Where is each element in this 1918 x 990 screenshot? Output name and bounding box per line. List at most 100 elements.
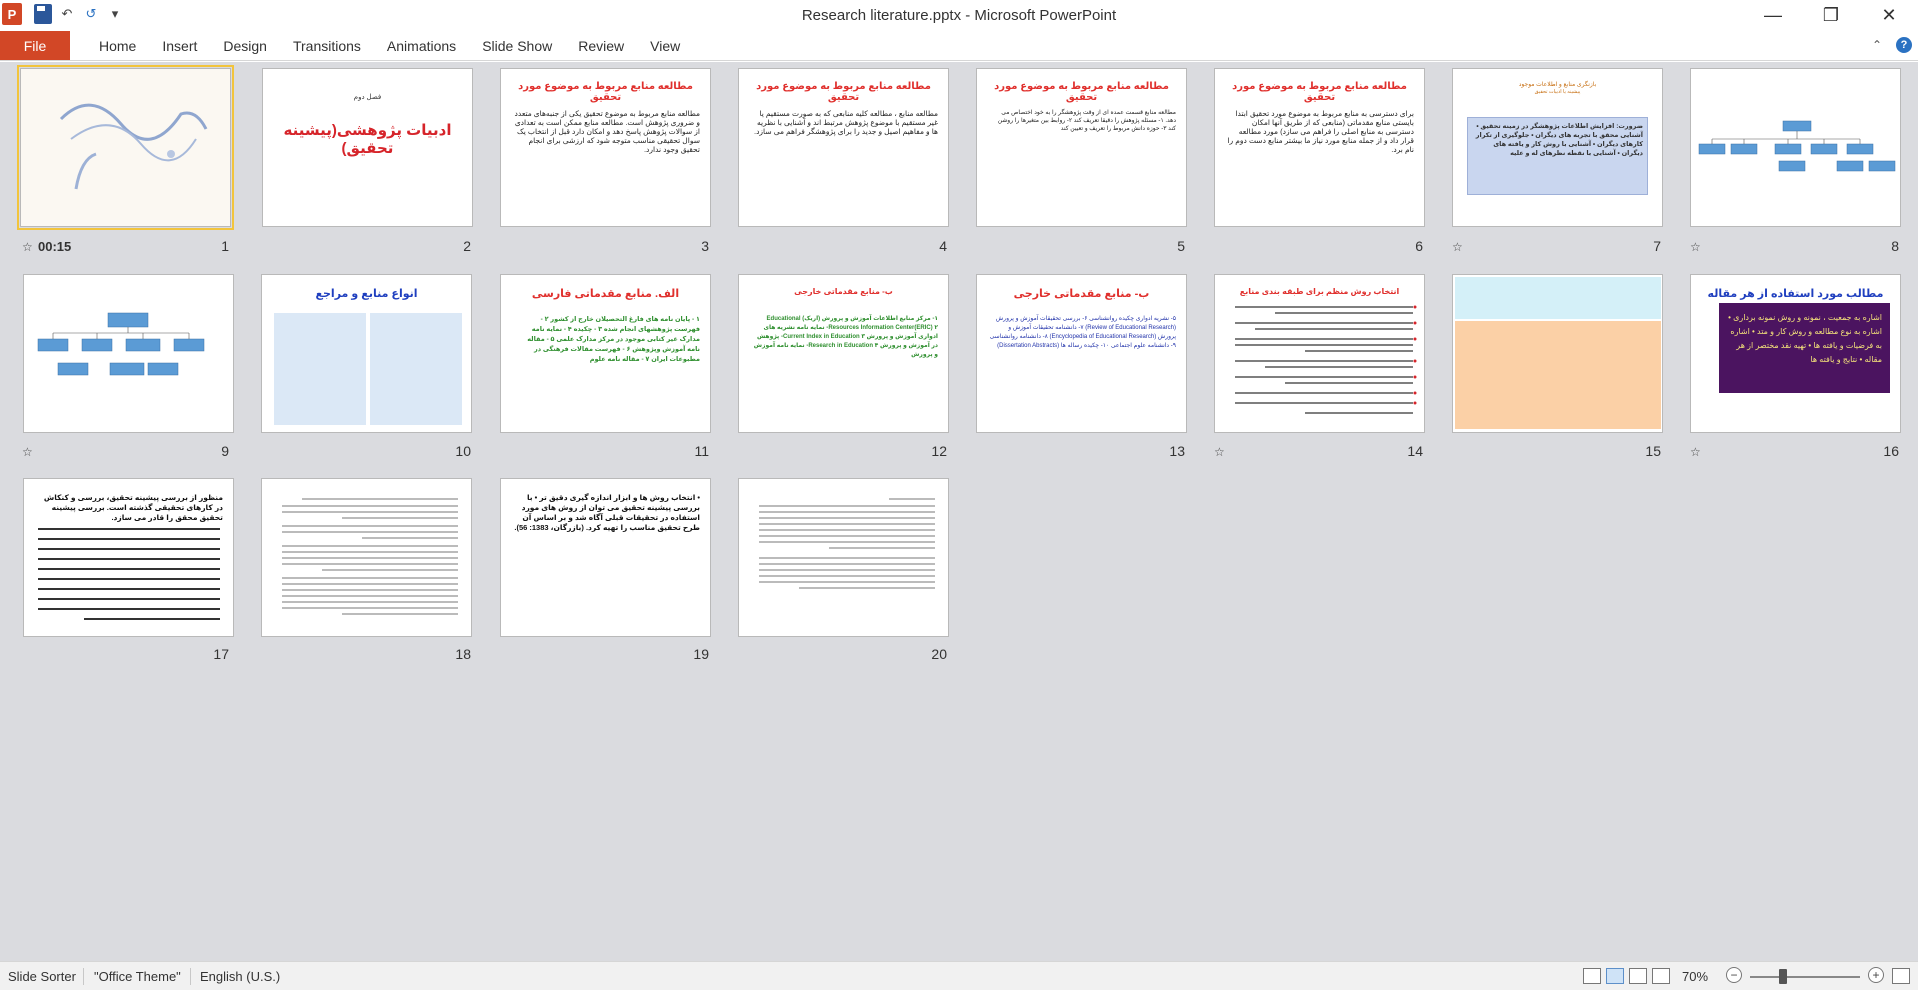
zoom-out-button[interactable]: − [1726,967,1742,983]
slide-thumbnail-18[interactable] [261,478,472,637]
slide-15-body-box [1455,321,1661,429]
ribbon-tab-bar: File Home Insert Design Transitions Anim… [0,31,1918,61]
slide-2-chapter: فصل دوم [353,94,382,101]
slide-number-7: 7 [1653,238,1661,254]
save-button[interactable] [34,4,52,24]
slide-number-1: 1 [221,238,229,254]
quick-access-toolbar: ↶ ↺ ▾ [34,4,124,24]
slide-7-subtitle: پیشینه یا ادبیات تحقیق [1534,89,1581,95]
slide-11-title: الف. منابع مقدماتی فارسی [531,288,680,300]
slide-thumbnail-8[interactable] [1690,68,1901,227]
slide-10-right-column [370,313,462,425]
tab-transitions[interactable]: Transitions [280,31,374,60]
title-bar: P ↶ ↺ ▾ Research literature.pptx - Micro… [0,0,1918,30]
slide-3-title: مطالعه منابع مربوط به موضوع مورد تحقیق [518,81,693,103]
slide-number-18: 18 [455,646,471,662]
slide-number-11: 11 [694,443,709,459]
slide-19-body: • انتخاب روش ها و ابزار اندازه گیری دقیق… [514,493,700,532]
collapse-ribbon-icon[interactable]: ⌃ [1872,38,1882,52]
slide-thumbnail-12[interactable]: ب- منابع مقدماتی خارجی ۱- مرکز منابع اطل… [738,274,949,433]
tab-slide-show[interactable]: Slide Show [469,31,565,60]
powerpoint-app-icon[interactable]: P [2,3,22,25]
reading-view-button[interactable] [1629,968,1647,984]
redo-button[interactable]: ↺ [82,4,100,24]
slide-thumbnail-5[interactable]: مطالعه منابع مربوط به موضوع مورد تحقیق م… [976,68,1187,227]
slide-thumbnail-17[interactable]: منظور از بررسی پیشینه تحقیق، بررسی و کنک… [23,478,234,637]
animation-icon-slide-1: ☆ [22,240,33,254]
slide-number-12: 12 [931,443,947,459]
undo-button[interactable]: ↶ [58,4,76,24]
window-title: Research literature.pptx - Microsoft Pow… [801,7,1117,24]
animation-icon-slide-8: ☆ [1690,240,1701,254]
slide-13-title: ب- منابع مقدماتی خارجی [1013,288,1150,300]
slide-15-header-box [1455,277,1661,319]
slide-number-17: 17 [213,646,229,662]
slide-10-left-column [274,313,366,425]
slide-13-body: ۵- نشریه ادواری چکیده روانشناسی ۶- بررسی… [989,316,1176,349]
slide-thumbnail-20[interactable] [738,478,949,637]
tab-file[interactable]: File [0,31,70,60]
slide-20-text-lines [759,498,935,589]
minimize-button[interactable]: — [1744,0,1802,30]
tab-view[interactable]: View [637,31,693,60]
slide-number-14: 14 [1407,443,1423,459]
status-view-name: Slide Sorter [8,969,76,984]
slide-show-view-button[interactable] [1652,968,1670,984]
customize-qat-button[interactable]: ▾ [106,4,124,24]
slide-thumbnail-14[interactable]: انتخاب روش منظم برای طبقه بندی منابع [1214,274,1425,433]
slide-5-body: مطالعه منابع قسمت عمده ای از وقت پژوهشگر… [997,110,1176,132]
slide-thumbnail-15[interactable] [1452,274,1663,433]
zoom-slider-track[interactable] [1750,976,1860,978]
animation-icon-slide-9: ☆ [22,445,33,459]
slide-6-body: برای دسترسی به منابع مربوط به موضوع مورد… [1227,109,1414,154]
fit-to-window-button[interactable] [1892,968,1910,984]
slide-6-title: مطالعه منابع مربوط به موضوع مورد تحقیق [1232,81,1407,103]
close-button[interactable]: ✕ [1860,0,1918,30]
slide-number-20: 20 [931,646,947,662]
slide-4-body: مطالعه منابع ، مطالعه کلیه منابعی که به … [754,109,938,136]
normal-view-button[interactable] [1583,968,1601,984]
status-language[interactable]: English (U.S.) [200,969,280,984]
ribbon-tabs: Home Insert Design Transitions Animation… [86,31,693,60]
zoom-slider-thumb[interactable] [1779,969,1787,984]
ribbon-right-controls: ⌃ ? [1872,37,1912,53]
slide-thumbnail-10[interactable]: انواع منابع و مراجع [261,274,472,433]
slide-number-15: 15 [1645,443,1661,459]
slide-16-body: اشاره به جمعیت ، نمونه و روش نمونه بردار… [1719,303,1890,393]
slide-thumbnail-2[interactable]: فصل دوم ادبیات پژوهشی(پیشینه تحقیق) [262,68,473,227]
org-chart-diagram-2 [37,312,205,376]
slide-number-2: 2 [463,238,471,254]
restore-button[interactable]: ❐ [1802,0,1860,30]
slide-number-9: 9 [221,443,229,459]
slide-3-body: مطالعه منابع مربوط به موضوع تحقیق یکی از… [514,109,700,154]
status-theme[interactable]: "Office Theme" [94,969,181,984]
slide-5-title: مطالعه منابع مربوط به موضوع مورد تحقیق [994,81,1169,103]
help-icon[interactable]: ? [1896,37,1912,53]
tab-animations[interactable]: Animations [374,31,469,60]
tab-home[interactable]: Home [86,31,149,60]
slide-sorter-view-button[interactable] [1606,968,1624,984]
slide-thumbnail-7[interactable]: بازنگری منابع و اطلاعات موجود پیشینه یا … [1452,68,1663,227]
tab-design[interactable]: Design [210,31,280,60]
zoom-in-button[interactable]: + [1868,967,1884,983]
org-chart-diagram [1698,120,1896,172]
slide-thumbnail-3[interactable]: مطالعه منابع مربوط به موضوع مورد تحقیق م… [500,68,711,227]
slide-sorter-pane: فصل دوم ادبیات پژوهشی(پیشینه تحقیق) مطال… [0,62,1918,961]
slide-thumbnail-4[interactable]: مطالعه منابع مربوط به موضوع مورد تحقیق م… [738,68,949,227]
slide-14-text-lines [1235,305,1417,414]
animation-icon-slide-7: ☆ [1452,240,1463,254]
save-icon [34,4,52,24]
slide-thumbnail-1[interactable] [17,65,234,230]
tab-review[interactable]: Review [565,31,637,60]
tab-insert[interactable]: Insert [149,31,210,60]
slide-number-3: 3 [701,238,709,254]
slide-thumbnail-19[interactable]: • انتخاب روش ها و ابزار اندازه گیری دقیق… [500,478,711,637]
slide-thumbnail-9[interactable] [23,274,234,433]
slide-thumbnail-11[interactable]: الف. منابع مقدماتی فارسی ۱ - پایان نامه … [500,274,711,433]
slide-thumbnail-6[interactable]: مطالعه منابع مربوط به موضوع مورد تحقیق ب… [1214,68,1425,227]
slide-11-body: ۱ - پایان نامه های فارغ التحصیلان خارج ا… [527,316,700,363]
slide-thumbnail-13[interactable]: ب- منابع مقدماتی خارجی ۵- نشریه ادواری چ… [976,274,1187,433]
zoom-level[interactable]: 70% [1682,969,1708,984]
slide-7-title: بازنگری منابع و اطلاعات موجود [1518,82,1597,88]
slide-thumbnail-16[interactable]: مطالب مورد استفاده از هر مقاله اشاره به … [1690,274,1901,433]
